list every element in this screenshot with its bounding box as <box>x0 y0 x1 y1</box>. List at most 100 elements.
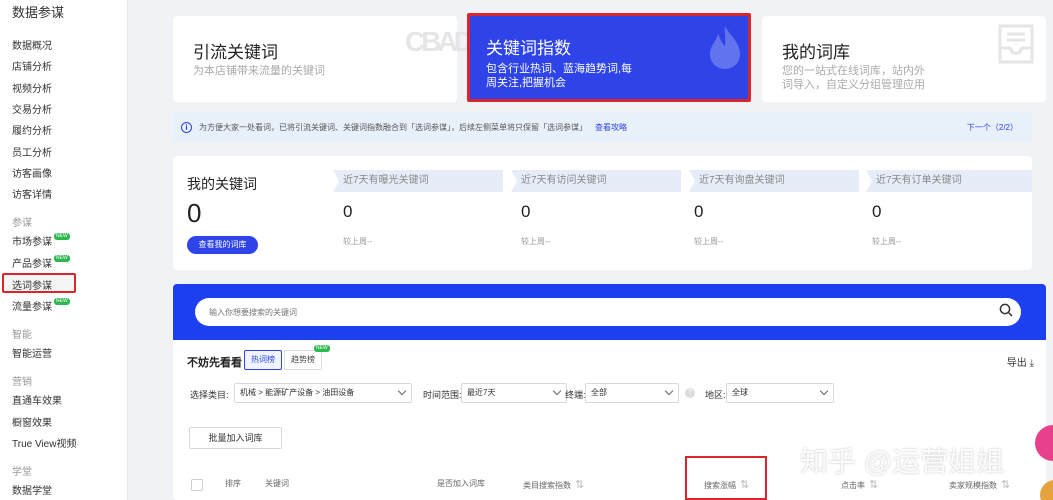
column-rank: 排序 <box>225 479 241 488</box>
help-icon[interactable]: ? <box>685 388 695 398</box>
stat-compare-visit: 较上周-- <box>521 237 551 246</box>
sidebar-group-marketing: 营销 <box>12 377 32 388</box>
sidebar-item-showcase-effect[interactable]: 橱窗效果 <box>12 414 52 429</box>
stat-value-order: 0 <box>872 202 882 221</box>
sidebar-item-p4p-effect[interactable]: 直通车效果 <box>12 392 62 407</box>
abcd-icon: CBAD <box>405 26 474 57</box>
sidebar-item-visitor-profile[interactable]: 访客画像 <box>12 165 52 180</box>
terminal-value: 全部 <box>591 388 607 397</box>
chevron-down-icon <box>819 386 829 396</box>
info-icon: i <box>181 121 192 133</box>
guide-link[interactable]: 查看攻略 <box>595 122 627 133</box>
category-select[interactable]: 机械 > 能源矿产设备 > 油田设备 <box>234 383 412 403</box>
card-title: 引流关键词 <box>193 43 278 62</box>
sidebar-item-label: 市场参谋 <box>12 237 52 248</box>
sidebar-item-shop-analysis[interactable]: 店铺分析 <box>12 58 52 73</box>
stat-value-exposure: 0 <box>343 202 353 221</box>
sidebar-title: 数据参谋 <box>12 5 65 20</box>
stat-compare-inquiry: 较上周-- <box>694 237 724 246</box>
sidebar-item-data-academy[interactable]: 数据学堂 <box>12 482 52 497</box>
chevron-down-icon <box>552 386 562 396</box>
batch-add-button[interactable]: 批量加入词库 <box>189 427 282 449</box>
sidebar: 数据参谋 数据概况 店铺分析 视频分析 交易分析 履约分析 员工分析 访客画像 … <box>0 0 128 500</box>
new-badge: NEW <box>54 255 70 262</box>
card-keyword-index[interactable]: 关键词指数 包含行业热词、蓝海趋势词,每 周关注,把握机会 <box>467 13 751 102</box>
stat-header-exposure: 近7天有曝光关键词 <box>333 170 503 192</box>
sidebar-item-keyword-selection[interactable]: 选词参谋 <box>12 277 52 292</box>
flame-icon <box>710 26 740 69</box>
column-category-search-index[interactable]: 类目搜索指数 ⇅ <box>523 478 584 491</box>
column-search-growth[interactable]: 搜索涨幅 ⇅ <box>704 478 749 491</box>
sort-icon: ⇅ <box>740 479 750 491</box>
column-label: 点击率 <box>841 481 865 490</box>
info-text: 为方便大家一处看词，已将引流关键词、关键词指数融合到「选词参谋」，后续左侧菜单将… <box>199 122 587 132</box>
my-keywords-title: 我的关键词 <box>187 176 257 192</box>
sidebar-item-true-view[interactable]: True View视频 <box>12 435 76 450</box>
stat-compare-exposure: 较上周-- <box>343 237 373 246</box>
sort-icon: ⇅ <box>869 479 879 491</box>
sidebar-item-fulfillment-analysis[interactable]: 履约分析 <box>12 122 52 137</box>
card-desc-line: 词导入，自定义分组管理应用 <box>782 79 925 91</box>
view-word-bank-button[interactable]: 查看我的词库 <box>187 236 258 254</box>
card-traffic-keywords[interactable]: CBAD 引流关键词 为本店铺带来流量的关键词 <box>173 16 474 102</box>
sidebar-item-trade-analysis[interactable]: 交易分析 <box>12 101 52 116</box>
tab-trend-words[interactable]: 趋势榜 <box>284 350 322 370</box>
next-tip-link[interactable]: 下一个（2/2） <box>967 122 1018 133</box>
column-label: 搜索涨幅 <box>704 481 736 490</box>
column-label: 卖家规模指数 <box>949 481 997 490</box>
tab-hot-words[interactable]: 热词榜 <box>244 350 282 370</box>
sidebar-item-video-analysis[interactable]: 视频分析 <box>12 80 52 95</box>
category-label: 选择类目: <box>190 390 229 400</box>
terminal-select[interactable]: 全部 <box>585 383 679 403</box>
select-all-checkbox[interactable] <box>191 479 203 491</box>
sidebar-item-label: 流量参谋 <box>12 302 52 313</box>
sidebar-group-academy: 学堂 <box>12 467 32 478</box>
my-keywords-count: 0 <box>187 198 202 228</box>
stat-value-inquiry: 0 <box>694 202 704 221</box>
my-keywords-panel: 我的关键词 0 查看我的词库 近7天有曝光关键词 0 较上周-- 近7天有访问关… <box>173 156 1032 270</box>
column-keyword: 关键词 <box>265 479 289 488</box>
card-desc: 包含行业热词、蓝海趋势词,每 周关注,把握机会 <box>486 62 632 90</box>
stat-compare-order: 较上周-- <box>872 237 902 246</box>
card-desc: 为本店铺带来流量的关键词 <box>193 65 325 77</box>
try-label: 不妨先看看 <box>187 357 242 369</box>
terminal-label: 终端: <box>565 390 586 400</box>
time-range-label: 时间范围: <box>423 390 462 400</box>
stat-header-inquiry: 近7天有询盘关键词 <box>689 170 859 192</box>
card-desc: 您的一站式在线词库，站内外 词导入，自定义分组管理应用 <box>782 64 925 92</box>
search-icon[interactable] <box>999 303 1013 317</box>
card-desc-line: 包含行业热词、蓝海趋势词,每 <box>486 63 633 75</box>
export-label: 导出 <box>1006 358 1027 369</box>
column-label: 类目搜索指数 <box>523 481 571 490</box>
card-desc-line: 周关注,把握机会 <box>486 77 567 89</box>
region-select[interactable]: 全球 <box>726 383 834 403</box>
category-value: 机械 > 能源矿产设备 > 油田设备 <box>240 388 355 397</box>
stat-value-visit: 0 <box>521 202 531 221</box>
sidebar-item-visitor-detail[interactable]: 访客详情 <box>12 186 52 201</box>
card-my-word-bank[interactable]: 我的词库 您的一站式在线词库，站内外 词导入，自定义分组管理应用 <box>762 16 1046 102</box>
region-value: 全球 <box>732 388 748 397</box>
sidebar-item-product[interactable]: 产品参谋NEW <box>12 255 70 270</box>
export-button[interactable]: 导出 ⤓ <box>1007 354 1034 369</box>
sidebar-item-traffic[interactable]: 流量参谋NEW <box>12 298 70 313</box>
sort-icon: ⇅ <box>575 479 585 491</box>
download-icon: ⤓ <box>1029 358 1034 369</box>
sidebar-item-data-overview[interactable]: 数据概况 <box>12 37 52 52</box>
stat-header-visit: 近7天有访问关键词 <box>511 170 681 192</box>
new-badge: NEW <box>314 345 330 352</box>
info-banner: i 为方便大家一处看词，已将引流关键词、关键词指数融合到「选词参谋」，后续左侧菜… <box>173 112 1032 142</box>
keyword-search-input[interactable] <box>195 298 1021 326</box>
card-title: 我的词库 <box>782 43 850 62</box>
card-title: 关键词指数 <box>486 39 571 58</box>
time-range-select[interactable]: 最近7天 <box>461 383 567 403</box>
search-bar-area <box>173 284 1046 340</box>
sidebar-item-market[interactable]: 市场参谋NEW <box>12 233 70 248</box>
sidebar-item-smart-ops[interactable]: 智能运营 <box>12 345 52 360</box>
new-badge: NEW <box>54 233 70 240</box>
sidebar-item-staff-analysis[interactable]: 员工分析 <box>12 144 52 159</box>
sidebar-group-canmou: 参谋 <box>12 218 32 229</box>
sidebar-group-smart: 智能 <box>12 330 32 341</box>
chevron-down-icon <box>397 386 407 396</box>
inbox-icon <box>998 24 1034 64</box>
time-range-value: 最近7天 <box>467 388 496 397</box>
